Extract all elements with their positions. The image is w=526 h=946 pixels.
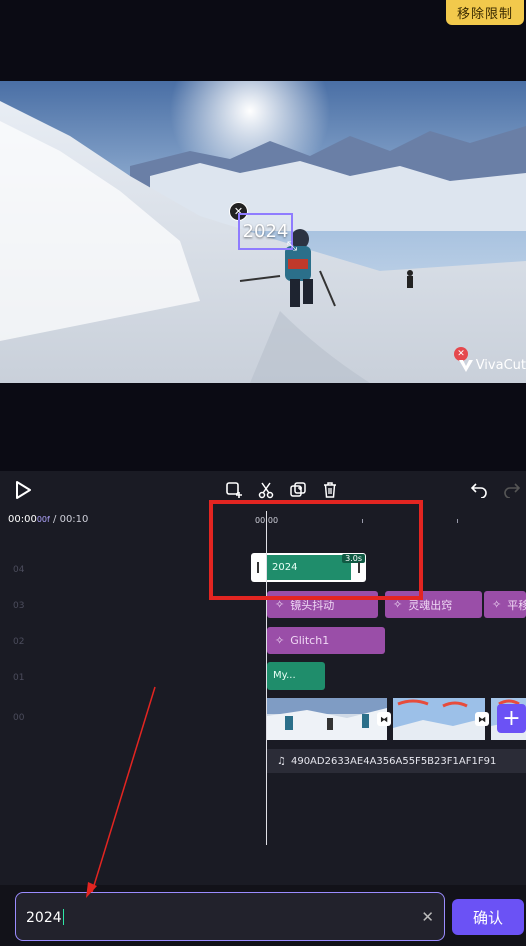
- track-number: 04: [13, 565, 25, 575]
- ruler-tick: [457, 519, 458, 523]
- transition-icon[interactable]: ⧓: [475, 712, 489, 726]
- watermark-label: VivaCut: [475, 358, 526, 373]
- confirm-button[interactable]: 确认: [452, 899, 524, 935]
- resize-icon[interactable]: ⤡: [283, 237, 301, 255]
- current-frames: 00f: [36, 515, 50, 524]
- text-input-bar: 2024 ✕ 确认: [0, 885, 526, 946]
- total-time: 00:10: [59, 514, 89, 525]
- overlay-clip[interactable]: My...: [267, 662, 325, 690]
- delete-icon[interactable]: [320, 480, 340, 500]
- play-icon[interactable]: [13, 480, 33, 500]
- text-caret: [62, 909, 64, 925]
- text-input-value: 2024: [26, 910, 62, 926]
- duplicate-icon[interactable]: [288, 480, 308, 500]
- effect-clip-label: Glitch1: [290, 634, 330, 647]
- audio-track-label: 490AD2633AE4A356A55F5B23F1AF1F91: [290, 755, 497, 767]
- text-input-value-wrap[interactable]: 2024: [26, 909, 64, 926]
- track-number: 02: [13, 637, 25, 647]
- track-number: 01: [13, 673, 25, 683]
- sparkle-icon: ✧: [492, 598, 502, 611]
- effect-clip[interactable]: ✧ Glitch1: [267, 627, 385, 654]
- time-display: 00:0000f / 00:10: [8, 514, 88, 525]
- time-separator: /: [53, 514, 57, 525]
- highlight-box: [209, 500, 423, 600]
- add-keyframe-icon[interactable]: [224, 480, 244, 500]
- video-preview[interactable]: ✕ 2024 ⤡ ✕ VivaCut: [0, 81, 526, 383]
- remove-limit-button[interactable]: 移除限制: [446, 0, 524, 25]
- effect-clip-label: 平移: [507, 598, 526, 612]
- transition-icon[interactable]: ⧓: [377, 712, 391, 726]
- split-icon[interactable]: [256, 480, 276, 500]
- effect-clip[interactable]: ✧ 平移: [484, 591, 526, 618]
- watermark[interactable]: VivaCut: [458, 358, 526, 373]
- vivacut-logo-icon: [458, 359, 473, 372]
- video-editor-screen: 移除限制 ✕ 2024 ⤡ ✕ VivaCut 00:0000f / 00:10…: [0, 0, 526, 946]
- audio-track[interactable]: ♫ 490AD2633AE4A356A55F5B23F1AF1F91: [267, 749, 526, 773]
- music-note-icon: ♫: [277, 755, 286, 767]
- distant-skier: [407, 270, 413, 288]
- current-time: 00:00: [8, 514, 37, 525]
- video-thumbnail: [267, 698, 387, 740]
- add-clip-button[interactable]: +: [497, 704, 526, 733]
- video-thumbnail: [393, 698, 485, 740]
- undo-icon[interactable]: [469, 480, 489, 500]
- sparkle-icon: ✧: [275, 634, 285, 647]
- redo-icon[interactable]: [502, 480, 522, 500]
- track-number: 00: [13, 713, 25, 723]
- text-input-field[interactable]: 2024 ✕: [15, 892, 445, 941]
- track-number: 03: [13, 601, 25, 611]
- clear-input-icon[interactable]: ✕: [421, 908, 434, 926]
- video-track[interactable]: ⧓ ⧓: [267, 698, 526, 740]
